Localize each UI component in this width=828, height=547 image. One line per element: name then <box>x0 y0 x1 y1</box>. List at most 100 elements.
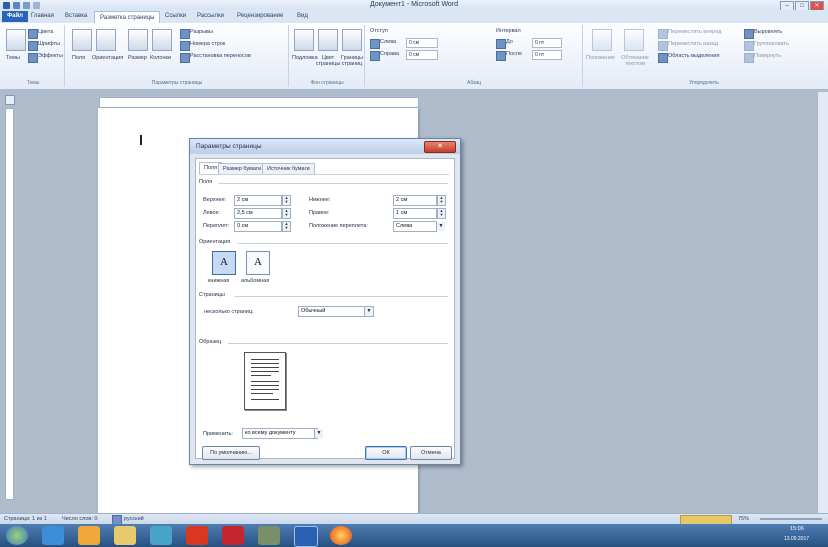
indent-left-input[interactable]: 0 см <box>406 38 438 48</box>
right-margin-spinner[interactable]: ▲ ▼ <box>437 208 446 219</box>
hyphenation-button[interactable]: Расстановка переносов <box>190 53 251 59</box>
fonts-button[interactable]: Шрифты <box>38 41 60 47</box>
spacing-after-input[interactable]: 0 пт <box>532 50 562 60</box>
app-icon[interactable] <box>150 526 172 545</box>
gutter-input[interactable]: 0 см <box>234 221 282 232</box>
portrait-button[interactable]: A <box>212 251 236 275</box>
zoom-slider[interactable] <box>760 518 822 520</box>
breaks-icon[interactable] <box>180 29 190 39</box>
left-margin-input[interactable]: 2,5 см <box>234 208 282 219</box>
align-button[interactable]: Выровнять <box>754 29 782 35</box>
clock-date[interactable]: 13.09.2017 <box>784 536 809 542</box>
pdf-reader-icon[interactable] <box>222 526 244 545</box>
top-margin-input[interactable]: 2 см <box>234 195 282 206</box>
bottom-margin-spinner[interactable]: ▲ ▼ <box>437 195 446 206</box>
send-backward-button[interactable]: Переместить назад <box>668 41 718 47</box>
bring-forward-icon[interactable] <box>658 29 668 39</box>
ok-button[interactable]: ОК <box>365 446 407 460</box>
gutter-spinner[interactable]: ▲ ▼ <box>282 221 291 232</box>
effects-button[interactable]: Эффекты <box>38 53 63 59</box>
cancel-button[interactable]: Отмена <box>410 446 452 460</box>
vertical-scrollbar[interactable] <box>817 92 828 513</box>
bring-forward-button[interactable]: Переместить вперед <box>668 29 721 35</box>
size-icon[interactable] <box>128 29 148 51</box>
orientation-button[interactable]: Ориентация <box>92 55 123 61</box>
spacing-before-input[interactable]: 0 пт <box>532 38 562 48</box>
bottom-margin-input[interactable]: 2 см <box>393 195 437 206</box>
office-icon[interactable] <box>186 526 208 545</box>
landscape-button[interactable]: A <box>246 251 270 275</box>
watermark-icon[interactable] <box>294 29 314 51</box>
indent-right-input[interactable]: 0 см <box>406 50 438 60</box>
zoom-level[interactable]: 75% <box>738 515 749 524</box>
rotate-button[interactable]: Повернуть <box>754 53 781 59</box>
line-numbers-icon[interactable] <box>180 41 190 51</box>
chevron-down-icon[interactable]: ▼ <box>314 429 323 438</box>
file-explorer-icon[interactable] <box>114 526 136 545</box>
breaks-button[interactable]: Разрывы <box>190 29 213 35</box>
position-icon[interactable] <box>592 29 612 51</box>
start-button-icon[interactable] <box>6 526 28 545</box>
tab-view[interactable]: Вид <box>292 10 313 23</box>
page-color-icon[interactable] <box>318 29 338 51</box>
right-margin-input[interactable]: 1 см <box>393 208 437 219</box>
themes-label[interactable]: Темы <box>6 55 20 61</box>
internet-explorer-icon[interactable] <box>42 526 64 545</box>
line-numbers-button[interactable]: Номера строк <box>190 41 225 47</box>
size-button[interactable]: Размер <box>128 55 147 61</box>
fonts-icon[interactable] <box>28 41 38 51</box>
clock-time[interactable]: 15:06 <box>790 526 804 532</box>
tab-file[interactable]: Файл <box>2 11 28 22</box>
send-backward-icon[interactable] <box>658 41 668 51</box>
system-tray-icons[interactable] <box>690 530 770 540</box>
set-as-default-button[interactable]: По умолчанию... <box>202 446 260 460</box>
margins-button[interactable]: Поля <box>72 55 85 61</box>
tab-home[interactable]: Главная <box>26 10 59 23</box>
tab-review[interactable]: Рецензирование <box>232 10 288 23</box>
margins-icon[interactable] <box>72 29 92 51</box>
effects-icon[interactable] <box>28 53 38 63</box>
chevron-down-icon[interactable]: ▼ <box>436 222 445 231</box>
orientation-icon[interactable] <box>96 29 116 51</box>
colors-icon[interactable] <box>28 29 38 39</box>
watermark-button[interactable]: Подложка <box>292 55 318 61</box>
multiple-pages-select[interactable]: Обычный <box>298 306 374 317</box>
tab-mailings[interactable]: Рассылки <box>192 10 229 23</box>
word-count[interactable]: Число слов: 0 <box>62 515 97 524</box>
selection-pane-icon[interactable] <box>658 53 668 63</box>
horizontal-ruler[interactable] <box>99 97 419 108</box>
tab-references[interactable]: Ссылки <box>160 10 191 23</box>
align-icon[interactable] <box>744 29 754 39</box>
gutter-position-select[interactable]: Слева <box>393 221 437 232</box>
hyphenation-icon[interactable] <box>180 53 190 63</box>
tab-insert[interactable]: Вставка <box>60 10 92 23</box>
page-borders-button[interactable]: Границы страниц <box>340 55 364 67</box>
selection-pane-button[interactable]: Область выделения <box>668 53 719 59</box>
themes-icon[interactable] <box>6 29 26 51</box>
chrome-icon[interactable] <box>330 526 352 545</box>
columns-icon[interactable] <box>152 29 172 51</box>
page-color-button[interactable]: Цвет страницы <box>315 55 341 67</box>
apply-to-select[interactable]: ко всему документу <box>242 428 318 439</box>
dialog-title-bar[interactable]: Параметры страницы ✕ <box>190 139 460 154</box>
top-margin-spinner[interactable]: ▲ ▼ <box>282 195 291 206</box>
position-button[interactable]: Положение <box>586 55 615 61</box>
chevron-down-icon[interactable]: ▼ <box>364 307 373 316</box>
page-count[interactable]: Страница: 1 из 1 <box>4 515 47 524</box>
ruler-toggle-button[interactable] <box>5 95 15 105</box>
group-icon[interactable] <box>744 41 754 51</box>
wrap-text-button[interactable]: Обтекание текстом <box>618 55 652 67</box>
colors-button[interactable]: Цвета <box>38 29 53 35</box>
word-taskbar-icon[interactable] <box>294 526 318 547</box>
vertical-ruler[interactable] <box>5 108 14 500</box>
photo-viewer-icon[interactable] <box>258 526 280 545</box>
group-button[interactable]: Группировать <box>754 41 789 47</box>
columns-button[interactable]: Колонки <box>150 55 171 61</box>
page-borders-icon[interactable] <box>342 29 362 51</box>
left-margin-spinner[interactable]: ▲ ▼ <box>282 208 291 219</box>
media-player-icon[interactable] <box>78 526 100 545</box>
rotate-icon[interactable] <box>744 53 754 63</box>
language-indicator[interactable]: русский <box>124 515 144 524</box>
wrap-text-icon[interactable] <box>624 29 644 51</box>
dialog-close-button[interactable]: ✕ <box>424 141 456 153</box>
